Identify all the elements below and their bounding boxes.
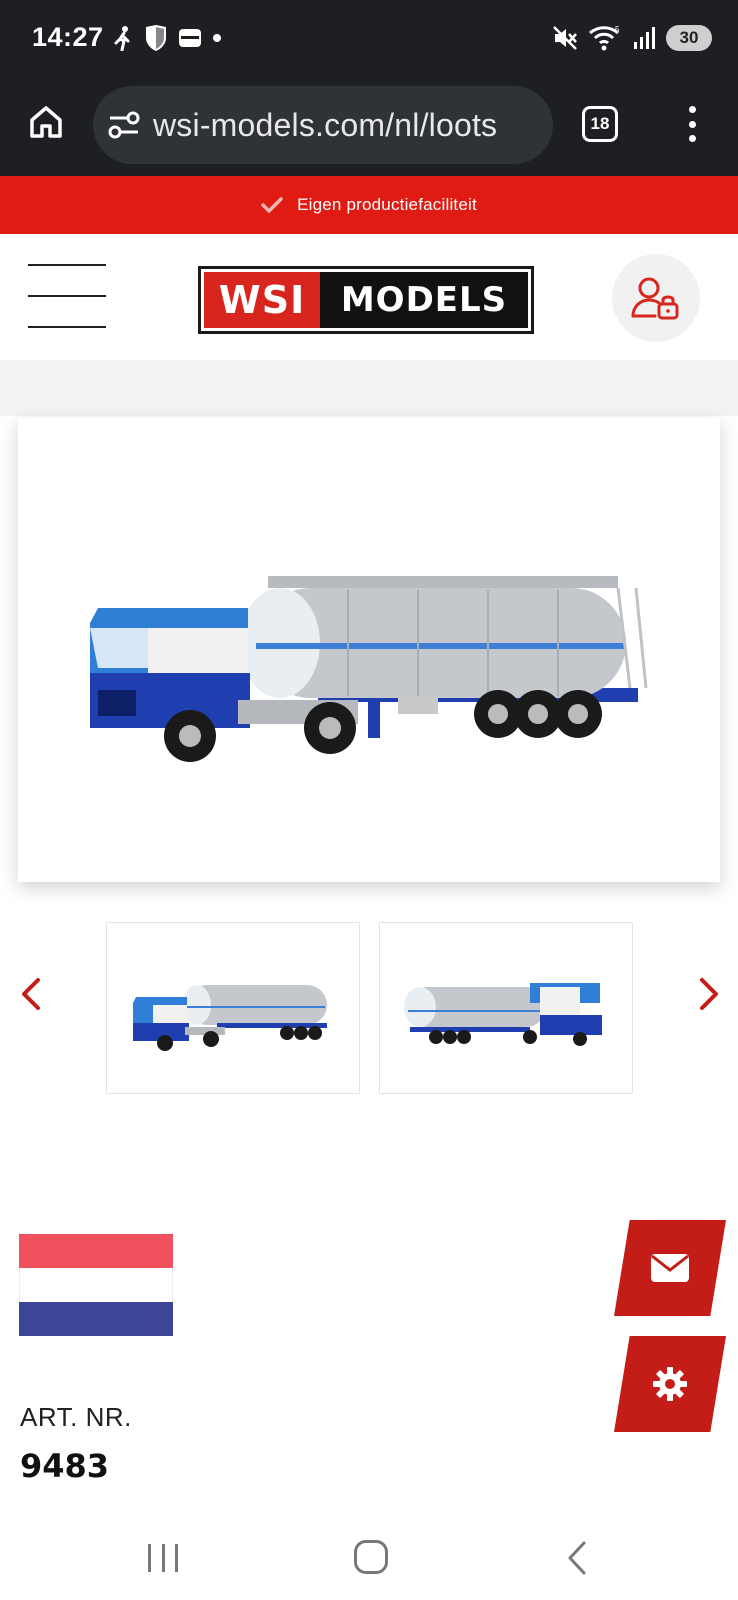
tune-icon[interactable] [107,108,141,142]
battery-indicator: 30 [666,25,712,51]
menu-dot [688,135,696,142]
svg-text:5: 5 [615,25,620,34]
mute-icon [553,26,577,50]
check-icon [261,197,283,213]
status-left-icons [112,22,222,54]
status-right-icons: 5 30 [552,22,712,54]
back-icon [568,1541,586,1575]
walk-icon [114,26,130,51]
recents-bar [175,1544,178,1572]
chevron-left-icon [22,978,40,1010]
truck-thumbnail-image [133,985,327,1051]
signal-icon [634,27,655,49]
settings-button[interactable] [614,1336,726,1432]
carousel-prev-button[interactable] [16,974,46,1014]
promo-banner: Eigen productiefaciliteit [0,176,738,234]
hamburger-menu-button[interactable] [28,264,106,328]
flag-stripe-white [19,1268,173,1302]
recents-bar [148,1544,151,1572]
dot-icon [213,34,221,42]
shield-icon [146,25,166,51]
article-number-value: 9483 [20,1447,110,1485]
system-navigation-bar [0,1510,738,1600]
flag-stripe-red [19,1234,173,1268]
status-bar: 14:27 5 30 [0,0,738,78]
tab-switcher-button[interactable]: 18 [582,106,618,142]
hamburger-line [28,326,106,328]
menu-dot [688,120,696,128]
logo-wsi: WSI [204,272,320,328]
address-bar-url: wsi-models.com/nl/loots [153,106,498,143]
recents-bar [161,1544,165,1572]
system-home-button[interactable] [354,1540,388,1574]
content-top-band [0,360,738,416]
product-thumbnail[interactable] [106,922,360,1094]
truck-thumbnail-image [404,983,602,1046]
site-header: WSI MODELS [0,234,738,360]
carousel-next-button[interactable] [694,974,724,1014]
logo-models: MODELS [320,272,528,328]
status-time: 14:27 [32,22,104,52]
chevron-right-icon [700,978,718,1010]
menu-dot [688,106,696,113]
address-bar[interactable]: wsi-models.com/nl/loots [93,86,553,164]
wallet-icon [179,29,201,47]
gear-icon [653,1367,687,1401]
hamburger-line [28,264,106,266]
wifi-icon: 5 [589,25,620,51]
product-main-image[interactable] [18,418,720,882]
recents-button[interactable] [148,1544,178,1572]
product-thumbnail[interactable] [379,922,633,1094]
article-number-label: ART. NR. [20,1402,132,1432]
truck-tanker-image [90,576,648,762]
netherlands-flag [19,1234,173,1336]
flag-stripe-blue [19,1302,173,1336]
browser-menu-button[interactable] [680,102,704,146]
promo-text: Eigen productiefaciliteit [297,195,477,214]
account-lock-icon [631,277,679,320]
account-button[interactable] [612,254,700,342]
home-icon [30,106,62,138]
contact-mail-button[interactable] [614,1220,726,1316]
system-back-button[interactable] [564,1540,590,1576]
mail-icon [651,1254,689,1282]
browser-home-button[interactable] [24,100,68,144]
hamburger-line [28,295,106,297]
site-logo[interactable]: WSI MODELS [198,266,534,334]
browser-toolbar: wsi-models.com/nl/loots 18 [0,78,738,176]
